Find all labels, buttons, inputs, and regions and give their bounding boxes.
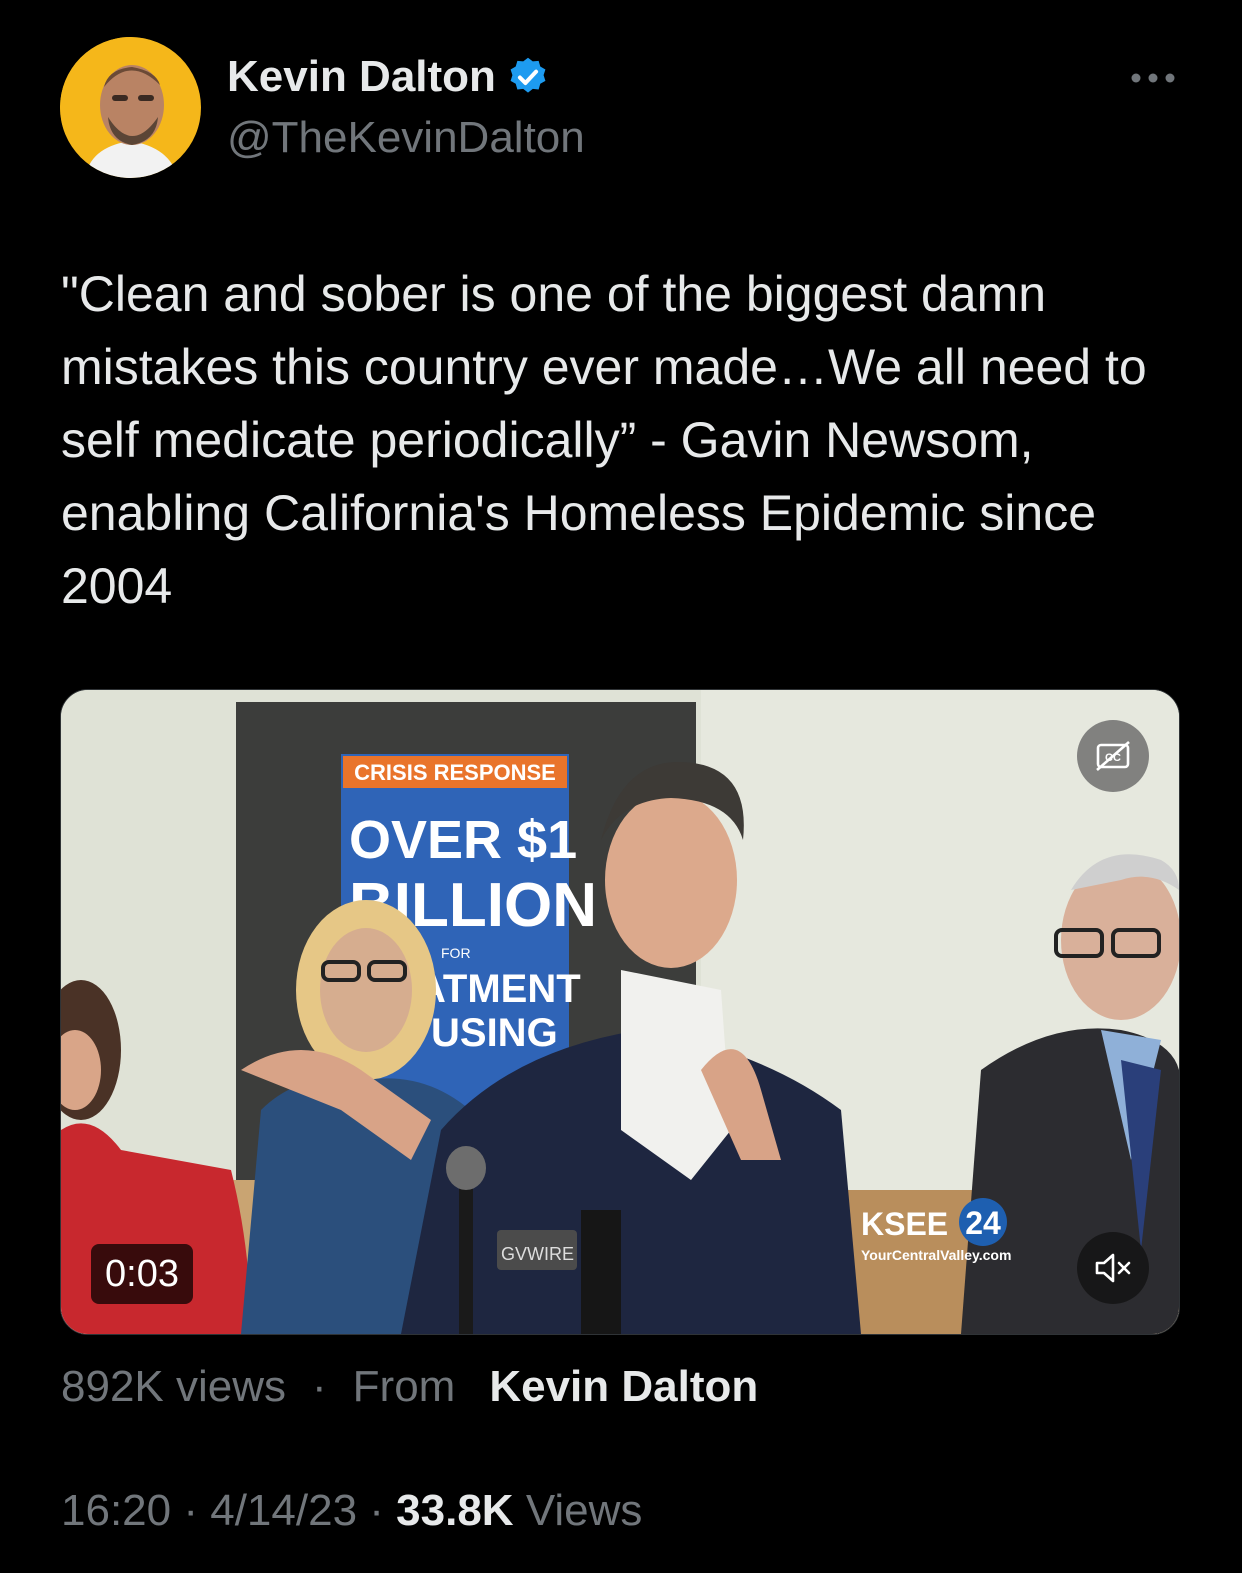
video-duration-badge: 0:03 bbox=[91, 1244, 193, 1304]
from-label: From bbox=[352, 1362, 456, 1411]
author-display-name[interactable]: Kevin Dalton bbox=[227, 52, 496, 102]
sign-label: CRISIS RESPONSE bbox=[354, 760, 556, 785]
author-display-name-row[interactable]: Kevin Dalton bbox=[227, 52, 550, 102]
more-horizontal-icon bbox=[1131, 73, 1175, 83]
tweet-views-count[interactable]: 33.8K bbox=[396, 1486, 513, 1535]
meta-separator: · bbox=[312, 1362, 327, 1411]
station-number: 24 bbox=[965, 1205, 1001, 1241]
mic-flag-label: GVWIRE bbox=[501, 1244, 574, 1264]
sign-line3: ATMENT bbox=[417, 967, 581, 1011]
sign-for: FOR bbox=[441, 945, 471, 961]
from-author-link[interactable]: Kevin Dalton bbox=[489, 1362, 758, 1412]
volume-muted-icon bbox=[1095, 1253, 1131, 1283]
captions-off-icon: CC bbox=[1096, 741, 1130, 771]
more-options-button[interactable] bbox=[1128, 58, 1178, 98]
video-meta-row: 892K views · From Kevin Dalton bbox=[61, 1362, 758, 1412]
timestamp-row: 16:20 · 4/14/23 · 33.8K Views bbox=[61, 1486, 642, 1536]
sign-line1: OVER $1 bbox=[349, 810, 577, 870]
verified-badge-icon bbox=[506, 55, 550, 99]
video-view-count: 892K views bbox=[61, 1362, 287, 1411]
video-player[interactable]: CRISIS RESPONSE OVER $1 BILLION FOR ATME… bbox=[60, 689, 1180, 1335]
sign-line4: USING bbox=[431, 1011, 558, 1055]
video-frame: CRISIS RESPONSE OVER $1 BILLION FOR ATME… bbox=[61, 690, 1179, 1334]
timestamp-separator: · bbox=[183, 1486, 198, 1535]
tweet-date[interactable]: 4/14/23 bbox=[210, 1486, 357, 1535]
author-avatar[interactable] bbox=[60, 37, 201, 178]
station-site: YourCentralValley.com bbox=[861, 1247, 1011, 1263]
station-logo: KSEE bbox=[861, 1206, 948, 1242]
mute-toggle-button[interactable] bbox=[1077, 1232, 1149, 1304]
captions-toggle-button[interactable]: CC bbox=[1077, 720, 1149, 792]
tweet-views-label: Views bbox=[525, 1486, 643, 1535]
avatar-portrait bbox=[60, 37, 200, 178]
author-handle[interactable]: @TheKevinDalton bbox=[227, 113, 585, 163]
timestamp-separator-2: · bbox=[369, 1486, 384, 1535]
tweet-time[interactable]: 16:20 bbox=[61, 1486, 171, 1535]
tweet-text: "Clean and sober is one of the biggest d… bbox=[61, 266, 1147, 614]
